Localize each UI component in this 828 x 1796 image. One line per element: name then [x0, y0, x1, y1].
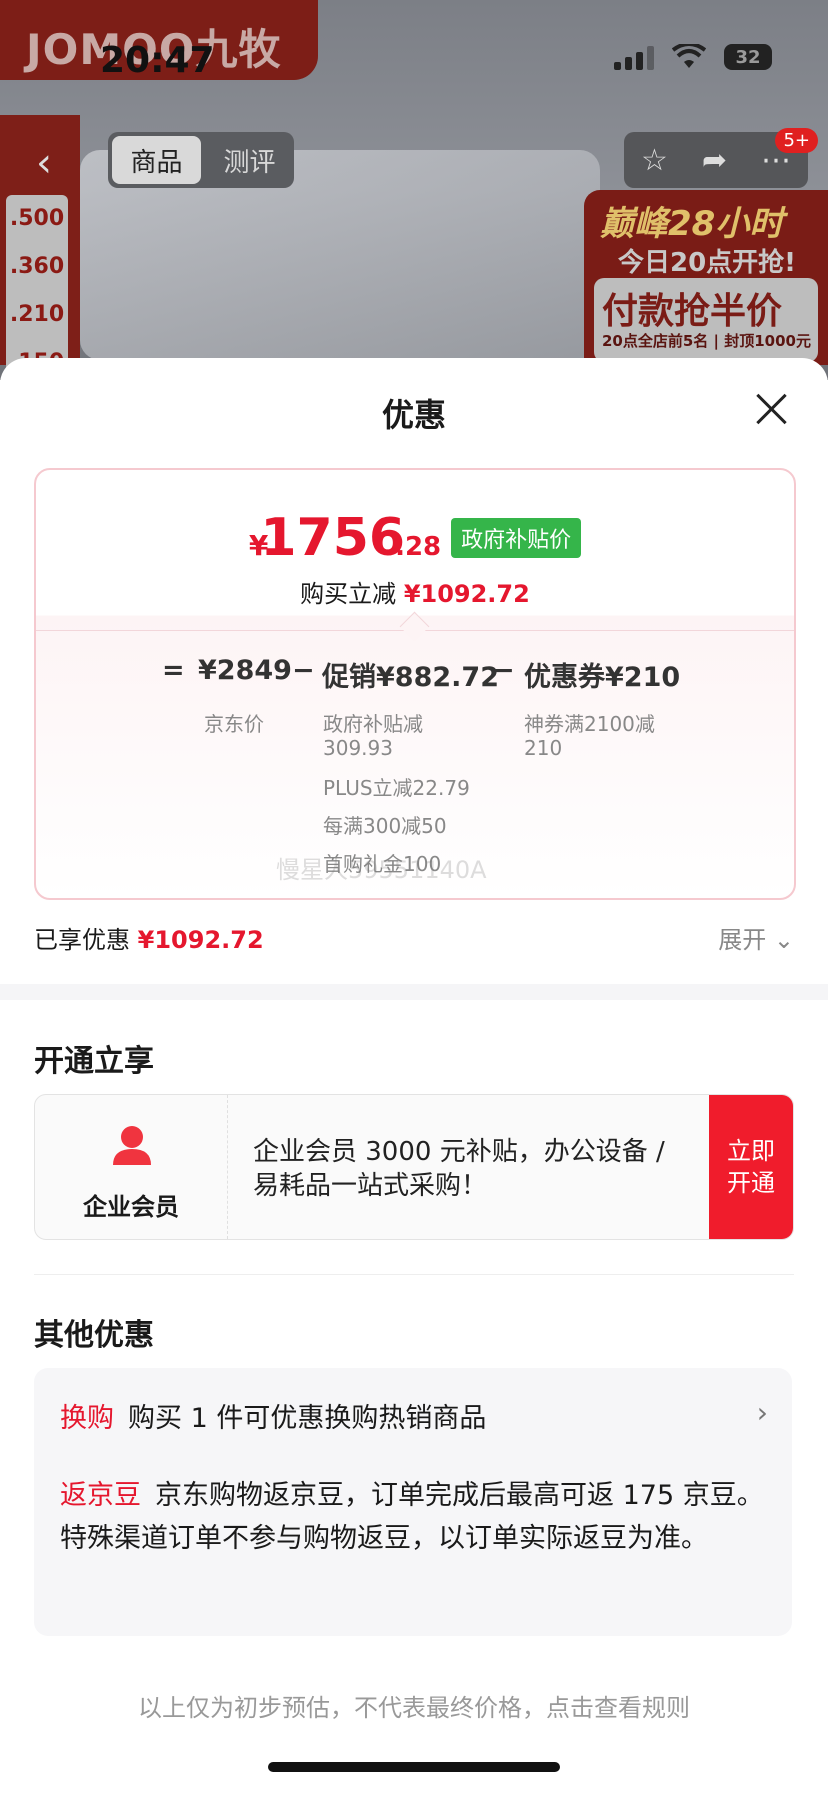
- favorite-icon[interactable]: ☆: [641, 143, 668, 178]
- back-icon[interactable]: ‹: [36, 140, 52, 186]
- product-tabs: 商品 测评: [108, 132, 294, 188]
- formula-coupon: 优惠券¥210: [524, 662, 681, 693]
- expand-button[interactable]: 展开 ⌄: [718, 920, 794, 955]
- open-section-title: 开通立享: [34, 1044, 154, 1079]
- promo-note: 20点全店前5名 | 封顶1000元: [602, 332, 811, 350]
- promo-box: 付款抢半价 20点全店前5名 | 封顶1000元: [594, 278, 818, 362]
- reduction-label: 购买立减: [300, 580, 397, 608]
- promo-subtitle: 今日20点开抢!: [618, 248, 797, 278]
- discount-sheet: 优惠 ¥ 1756 .28 政府补贴价 购买立减 ¥1092.72 = ¥284…: [0, 358, 828, 1796]
- product-page-background: JOMOO九牧 .500 .360 .210 .150 ‹ 商品 测评 ☆ ➦ …: [0, 0, 828, 380]
- final-price: ¥ 1756 .28 政府补贴价: [36, 508, 794, 568]
- enterprise-member-card[interactable]: 企业会员 企业会员 3000 元补贴，办公设备 / 易耗品一站式采购！ 立即 开…: [34, 1094, 794, 1240]
- close-icon[interactable]: [754, 392, 788, 426]
- person-icon: [113, 1126, 151, 1165]
- formula-minus: −: [292, 655, 315, 686]
- member-description: 企业会员 3000 元补贴，办公设备 / 易耗品一站式采购！: [253, 1137, 665, 1201]
- formula-promo: 促销¥882.72: [322, 662, 499, 693]
- chevron-right-icon[interactable]: ›: [757, 1396, 768, 1429]
- promo-values: .500 .360 .210 .150: [6, 195, 68, 380]
- other-section-title: 其他优惠: [34, 1318, 154, 1353]
- reduction-amount: ¥1092.72: [403, 580, 530, 608]
- watermark: 慢星人59551140A: [276, 856, 487, 884]
- offer-text: 京东购物返京豆，订单完成后最高可返 175 京豆。特殊渠道订单不参与购物返豆，以…: [60, 1480, 764, 1554]
- promo-item: 每满300减50: [323, 814, 447, 838]
- promo-value: .210: [9, 302, 65, 327]
- price-integer: 1756: [260, 508, 406, 568]
- formula-base-price: ¥2849: [198, 655, 292, 686]
- other-offers-list: 换购 购买 1 件可优惠换购热销商品 › 返京豆 京东购物返京豆，订单完成后最高可返…: [34, 1368, 792, 1636]
- share-icon[interactable]: ➦: [702, 143, 727, 178]
- enjoyed-label: 已享优惠: [34, 926, 130, 954]
- formula-equals: =: [162, 655, 185, 686]
- enjoyed-amount: ¥1092.72: [137, 926, 264, 954]
- price-breakdown-card: ¥ 1756 .28 政府补贴价 购买立减 ¥1092.72 = ¥2849 −…: [34, 468, 796, 900]
- tab-product[interactable]: 商品: [112, 136, 201, 184]
- coupon-item: 神券满2100减 210: [524, 712, 655, 760]
- promo-title: 巅峰28小时: [600, 204, 784, 244]
- price-decimal: .28: [395, 532, 442, 562]
- offer-text: 购买 1 件可优惠换购热销商品: [128, 1403, 487, 1434]
- home-indicator: [268, 1762, 560, 1772]
- battery-icon: 32: [724, 44, 772, 70]
- promo-value: .360: [9, 254, 65, 279]
- list-item-jd-beans: 返京豆 京东购物返京豆，订单完成后最高可返 175 京豆。特殊渠道订单不参与购物返…: [60, 1474, 766, 1560]
- signal-icon: [614, 44, 654, 70]
- status-icons: 32: [614, 44, 772, 70]
- divider: [34, 1274, 794, 1275]
- sheet-title: 优惠: [381, 396, 446, 434]
- offer-tag: 换购: [60, 1403, 114, 1434]
- wifi-icon: [672, 44, 706, 68]
- tab-review[interactable]: 测评: [205, 132, 294, 188]
- offer-tag: 返京豆: [60, 1480, 141, 1511]
- message-badge: 5+: [775, 128, 818, 153]
- chevron-down-icon: ⌄: [773, 926, 794, 954]
- promo-headline: 付款抢半价: [602, 291, 783, 332]
- rules-note-link[interactable]: 以上仅为初步预估，不代表最终价格，点击查看规则: [0, 1688, 828, 1723]
- open-now-label: 立即 开通: [727, 1137, 775, 1197]
- promo-value: .500: [9, 206, 65, 231]
- status-time: 20:47: [100, 40, 215, 81]
- promo-item: PLUS立减22.79: [323, 776, 470, 800]
- promo-item: 政府补贴减 309.93: [323, 712, 423, 760]
- open-now-button[interactable]: 立即 开通: [709, 1095, 793, 1239]
- expand-label: 展开: [718, 926, 767, 954]
- base-price-label: 京东价: [204, 712, 264, 736]
- enjoyed-discount: 已享优惠 ¥1092.72: [34, 920, 264, 955]
- member-name: 企业会员: [83, 1193, 179, 1221]
- list-item-trade-in[interactable]: 换购 购买 1 件可优惠换购热销商品: [60, 1396, 486, 1435]
- instant-reduction: 购买立减 ¥1092.72: [36, 574, 794, 609]
- section-separator: [0, 984, 828, 1000]
- promo-banner: 巅峰28小时 今日20点开抢! 付款抢半价 20点全店前5名 | 封顶1000元: [584, 190, 828, 365]
- card-notch: [399, 611, 430, 642]
- member-badge: 企业会员: [35, 1095, 228, 1239]
- gov-subsidy-tag: 政府补贴价: [451, 518, 582, 558]
- formula-minus: −: [492, 655, 515, 686]
